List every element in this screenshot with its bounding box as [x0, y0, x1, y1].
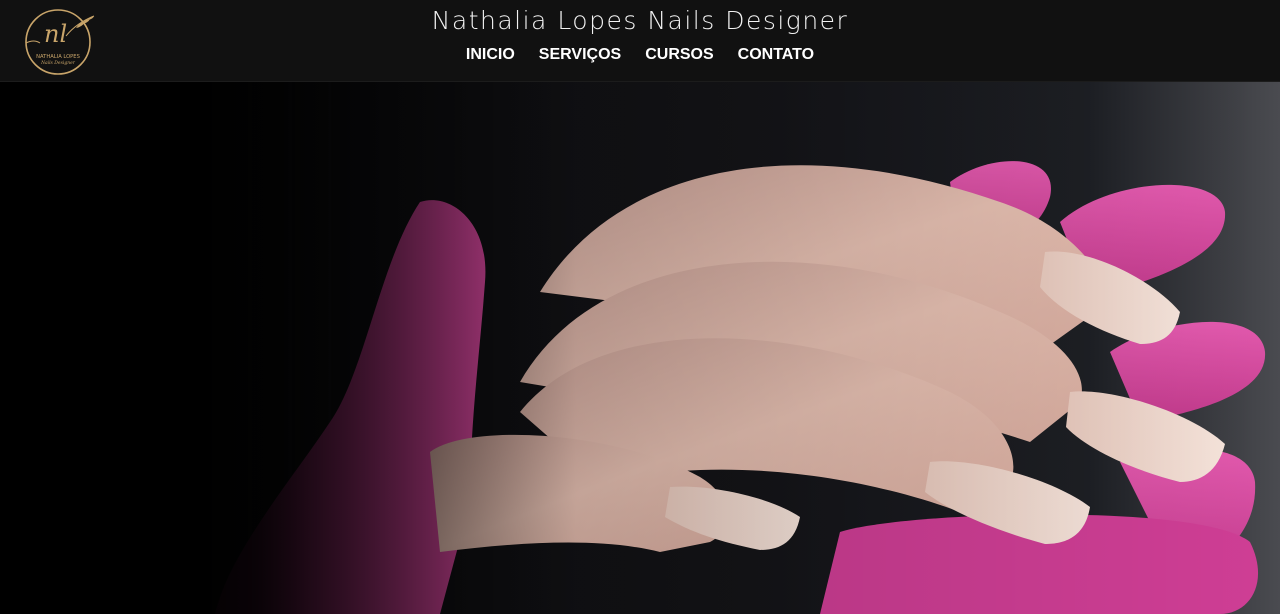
hero-banner [0, 82, 1280, 614]
site-title: Nathalia Lopes Nails Designer [431, 6, 849, 35]
nav-item-cursos[interactable]: CURSOS [645, 44, 713, 66]
nav-item-inicio[interactable]: INICIO [466, 44, 515, 66]
nav-item-servicos[interactable]: SERVIÇOS [539, 44, 621, 66]
hero-image [0, 82, 1280, 614]
nav-item-contato[interactable]: CONTATO [738, 44, 814, 66]
site-header: nl NATHALIA LOPES Nails Designer Nathali… [0, 0, 1280, 82]
main-nav: INICIO SERVIÇOS CURSOS CONTATO [0, 44, 1280, 66]
